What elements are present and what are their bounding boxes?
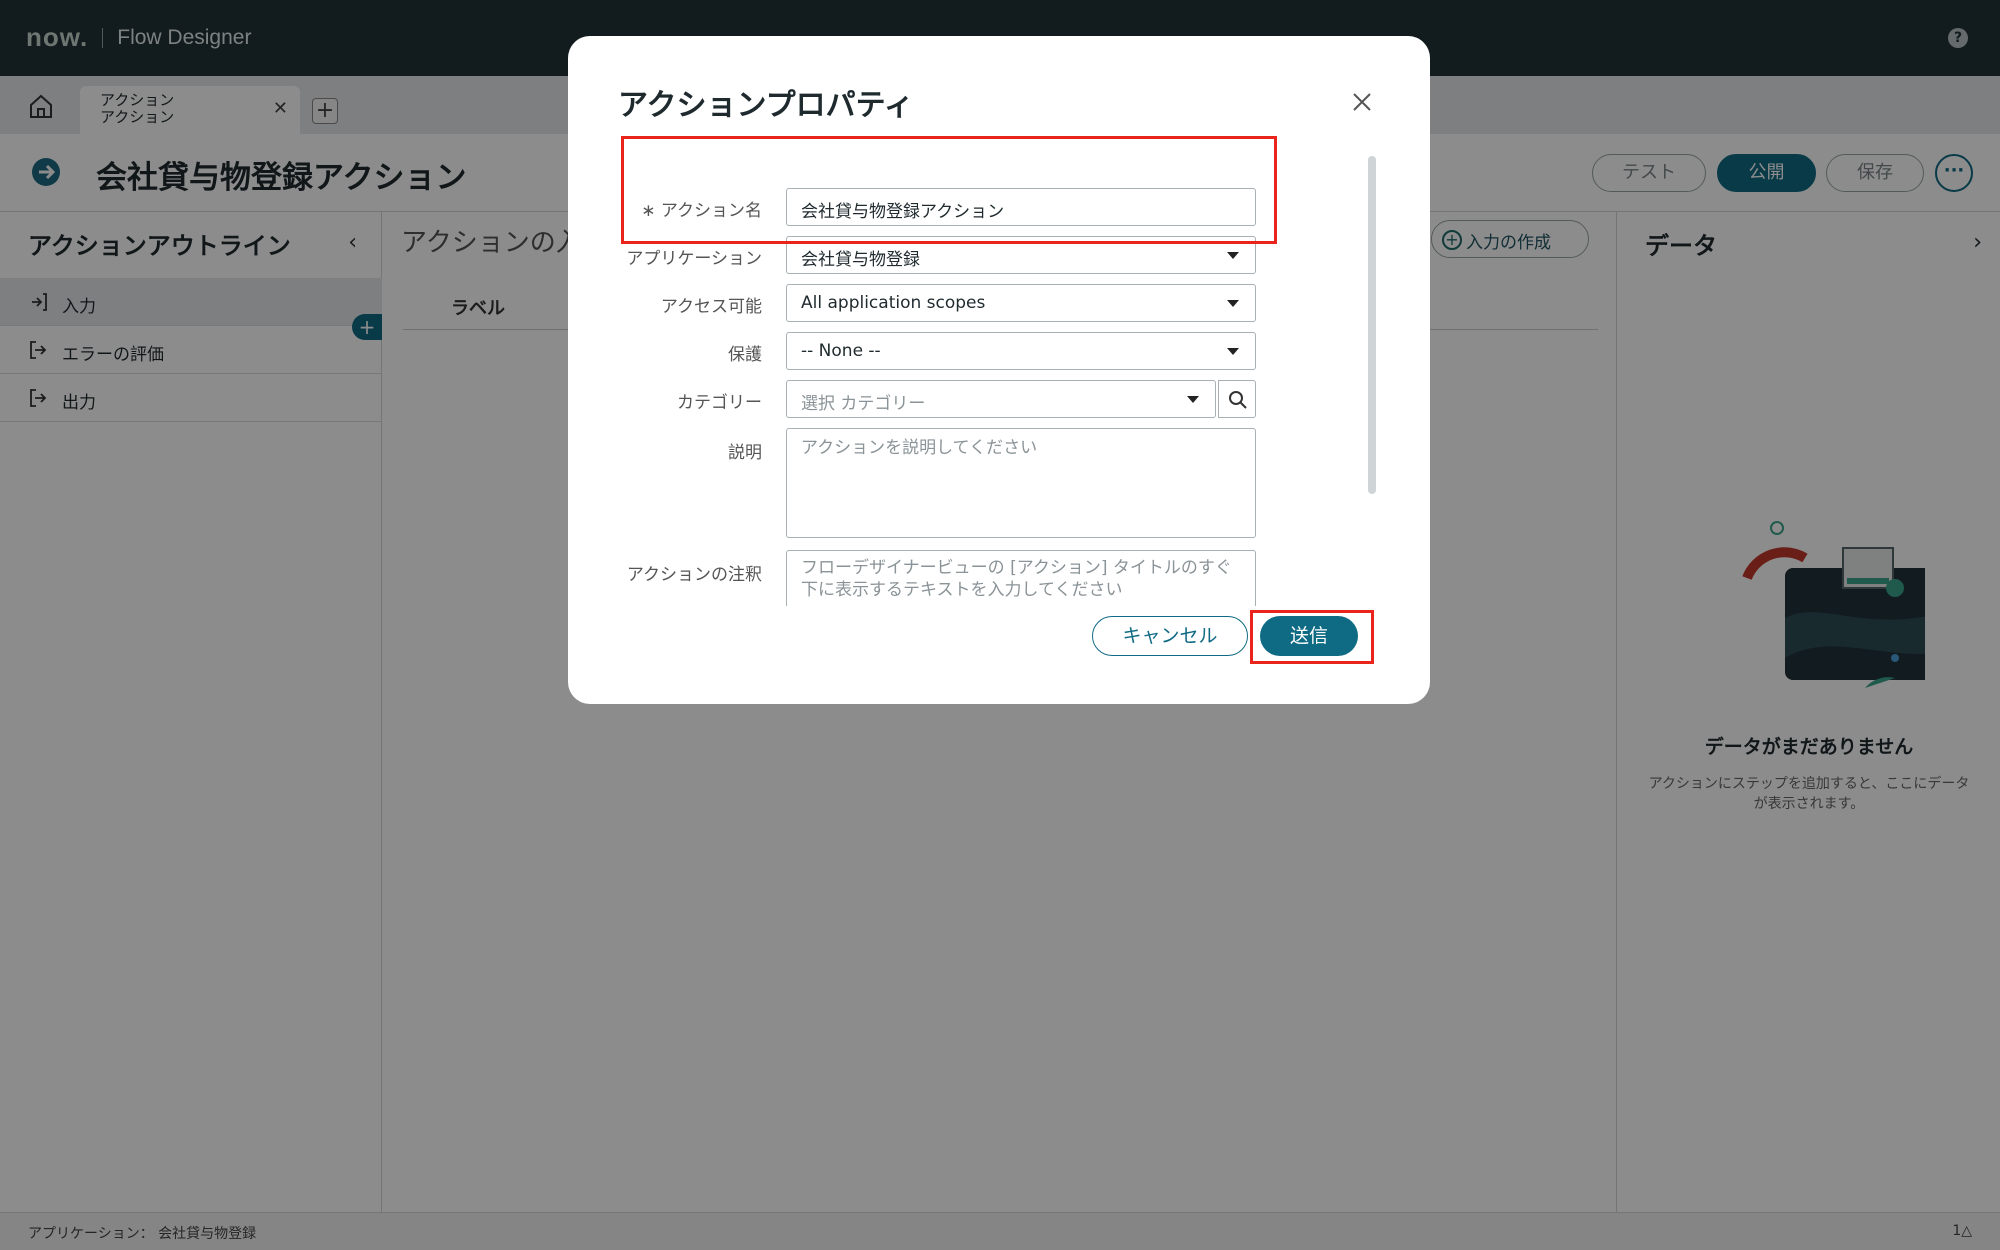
- description-textarea[interactable]: アクションを説明してください: [786, 428, 1256, 538]
- accessible-from-label: アクセス可能: [660, 297, 762, 317]
- description-label: 説明: [728, 443, 762, 463]
- accessible-from-value: All application scopes: [801, 293, 986, 313]
- protection-value: -- None --: [801, 341, 881, 361]
- dropdown-caret-icon: [1187, 396, 1199, 403]
- protection-label: 保護: [728, 345, 762, 365]
- category-label: カテゴリー: [677, 393, 762, 413]
- accessible-from-select[interactable]: All application scopes: [786, 284, 1256, 322]
- search-icon: [1229, 391, 1247, 409]
- protection-select[interactable]: -- None --: [786, 332, 1256, 370]
- dropdown-caret-icon: [1227, 252, 1239, 259]
- category-search-button[interactable]: [1218, 380, 1256, 418]
- annotation-label: アクションの注釈: [626, 565, 762, 585]
- annotation-textarea[interactable]: フローデザイナービューの [アクション] タイトルのすぐ下に表示するテキストを入…: [786, 550, 1256, 606]
- dropdown-caret-icon: [1227, 300, 1239, 307]
- category-placeholder: 選択 カテゴリー: [801, 394, 926, 414]
- dialog-title: アクションプロパティ: [618, 88, 914, 123]
- highlight-box-name-application: [621, 136, 1277, 244]
- application-select-value: 会社貸与物登録: [801, 250, 920, 270]
- highlight-box-submit: [1250, 610, 1374, 664]
- close-icon[interactable]: [1348, 88, 1376, 116]
- form-scrollbar[interactable]: [1368, 156, 1376, 494]
- category-select[interactable]: 選択 カテゴリー: [786, 380, 1216, 418]
- dropdown-caret-icon: [1227, 348, 1239, 355]
- application-label: アプリケーション: [626, 249, 762, 269]
- cancel-button[interactable]: キャンセル: [1092, 616, 1248, 656]
